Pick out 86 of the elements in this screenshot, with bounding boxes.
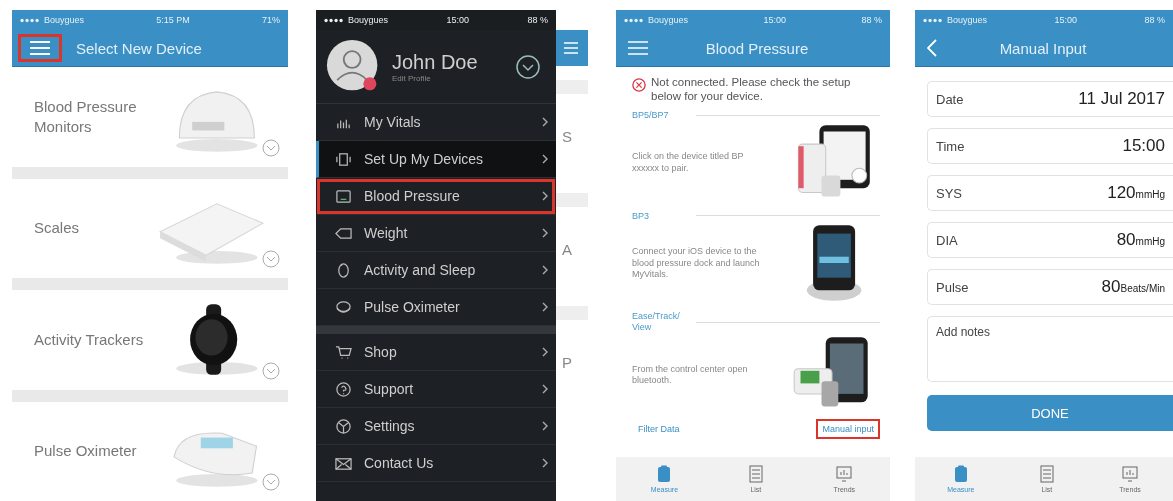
notes-field[interactable]: Add notes bbox=[927, 316, 1173, 382]
section-heading: BP3 bbox=[632, 210, 650, 222]
screen-title: Select New Device bbox=[76, 39, 202, 57]
list-icon bbox=[1038, 465, 1055, 483]
manual-input-link[interactable]: Manual input bbox=[816, 418, 880, 439]
carrier-text: Bouygues bbox=[44, 15, 85, 25]
error-icon bbox=[632, 78, 646, 92]
clock-text: 15:00 bbox=[1054, 15, 1077, 25]
input-field[interactable]: Date 11 Jul 2017 bbox=[927, 81, 1173, 117]
clipboard-icon bbox=[656, 465, 673, 483]
chevron-icon bbox=[542, 154, 548, 164]
signal-icon bbox=[324, 17, 344, 23]
chevron-icon bbox=[542, 347, 548, 357]
chevron-icon bbox=[542, 265, 548, 275]
signal-icon bbox=[20, 17, 40, 23]
device-row[interactable]: Pulse Oximeter bbox=[12, 401, 288, 501]
clipboard-icon bbox=[952, 465, 969, 483]
device-row[interactable]: Blood Pressure Monitors bbox=[12, 67, 288, 167]
carrier-text: Bouygues bbox=[947, 15, 988, 25]
instruction-text: Click on the device titled BP xxxxxx to pair. bbox=[632, 151, 745, 174]
device-name: Pulse Oximeter bbox=[34, 441, 138, 462]
filter-data-link[interactable]: Filter Data bbox=[632, 418, 686, 439]
back-icon[interactable] bbox=[927, 39, 937, 57]
divider-band bbox=[556, 80, 588, 94]
chevron-circle-icon[interactable] bbox=[516, 54, 540, 79]
battery-text: 71% bbox=[261, 15, 280, 25]
carrier-text: Bouygues bbox=[348, 15, 389, 25]
edit-profile-link[interactable]: Edit Profile bbox=[392, 73, 478, 83]
menu-icon[interactable] bbox=[628, 41, 648, 55]
menu-icon[interactable] bbox=[564, 42, 578, 54]
signal-icon bbox=[923, 17, 943, 23]
chevron-icon bbox=[542, 228, 548, 238]
menu-item[interactable]: Set Up My Devices bbox=[316, 141, 556, 178]
device-name: P bbox=[562, 354, 572, 371]
instruction-text: From the control center open bluetooth. bbox=[632, 363, 749, 387]
done-button[interactable]: DONE bbox=[927, 395, 1173, 431]
monitor-icon bbox=[335, 187, 352, 205]
chip-icon bbox=[335, 150, 352, 168]
clock-text: 15:00 bbox=[446, 15, 469, 25]
profile-name: John Doe bbox=[392, 50, 478, 74]
chevron-circle-icon bbox=[262, 138, 280, 157]
wheel-icon bbox=[335, 417, 352, 435]
battery-text: 88 % bbox=[527, 15, 548, 25]
device-name: Activity Trackers bbox=[34, 329, 145, 350]
device-name: A bbox=[562, 241, 572, 258]
device-name: Scales bbox=[34, 218, 81, 239]
menu-icon bbox=[29, 40, 51, 56]
chevron-icon bbox=[542, 458, 548, 468]
instruction-text: Connect your iOS device to the blood pressure dock and launch MyVitals. bbox=[632, 246, 761, 281]
device-row[interactable]: Activity Trackers bbox=[12, 290, 288, 390]
cart-icon bbox=[335, 343, 352, 361]
clock-text: 5:15 PM bbox=[156, 15, 190, 25]
carrier-text: Bouygues bbox=[648, 15, 689, 25]
chevron-icon bbox=[542, 117, 548, 127]
help-icon bbox=[335, 380, 352, 398]
chart-icon bbox=[836, 465, 853, 483]
device-name: Blood Pressure Monitors bbox=[34, 96, 138, 137]
chevron-icon bbox=[542, 302, 548, 312]
divider-band bbox=[556, 306, 588, 320]
chevron-icon bbox=[542, 191, 548, 201]
input-field[interactable]: Pulse 80Beats/Min bbox=[927, 269, 1173, 305]
section-heading: BP5/BP7 bbox=[632, 109, 670, 121]
device-name: S bbox=[562, 128, 572, 145]
chevron-circle-icon bbox=[262, 250, 280, 268]
clock-text: 15:00 bbox=[763, 15, 786, 25]
chart-icon bbox=[1122, 465, 1138, 483]
chevron-icon bbox=[542, 421, 548, 431]
battery-text: 88 % bbox=[861, 15, 882, 25]
input-field[interactable]: Time 15:00 bbox=[927, 128, 1173, 164]
list-icon bbox=[747, 465, 764, 483]
error-message: Not connected. Please check the setup below for your device. bbox=[651, 75, 852, 104]
signal-icon bbox=[624, 17, 644, 23]
input-field[interactable]: SYS 120mmHg bbox=[927, 175, 1173, 211]
section-heading: Ease/Track/ View bbox=[632, 311, 681, 333]
menu-button[interactable] bbox=[18, 34, 62, 62]
device-row[interactable]: Scales bbox=[12, 178, 288, 278]
screen-title: Manual Input bbox=[998, 39, 1088, 57]
input-field[interactable]: DIA 80mmHg bbox=[927, 222, 1173, 258]
menu-item[interactable]: Contact Us bbox=[316, 445, 556, 482]
battery-text: 88 % bbox=[1144, 15, 1165, 25]
menu-item[interactable]: Blood Pressure bbox=[316, 178, 556, 215]
chevron-circle-icon bbox=[262, 473, 280, 491]
chevron-circle-icon bbox=[262, 361, 280, 380]
screen-title: Blood Pressure bbox=[704, 39, 810, 57]
chevron-icon bbox=[542, 384, 548, 394]
divider-band bbox=[556, 193, 588, 207]
